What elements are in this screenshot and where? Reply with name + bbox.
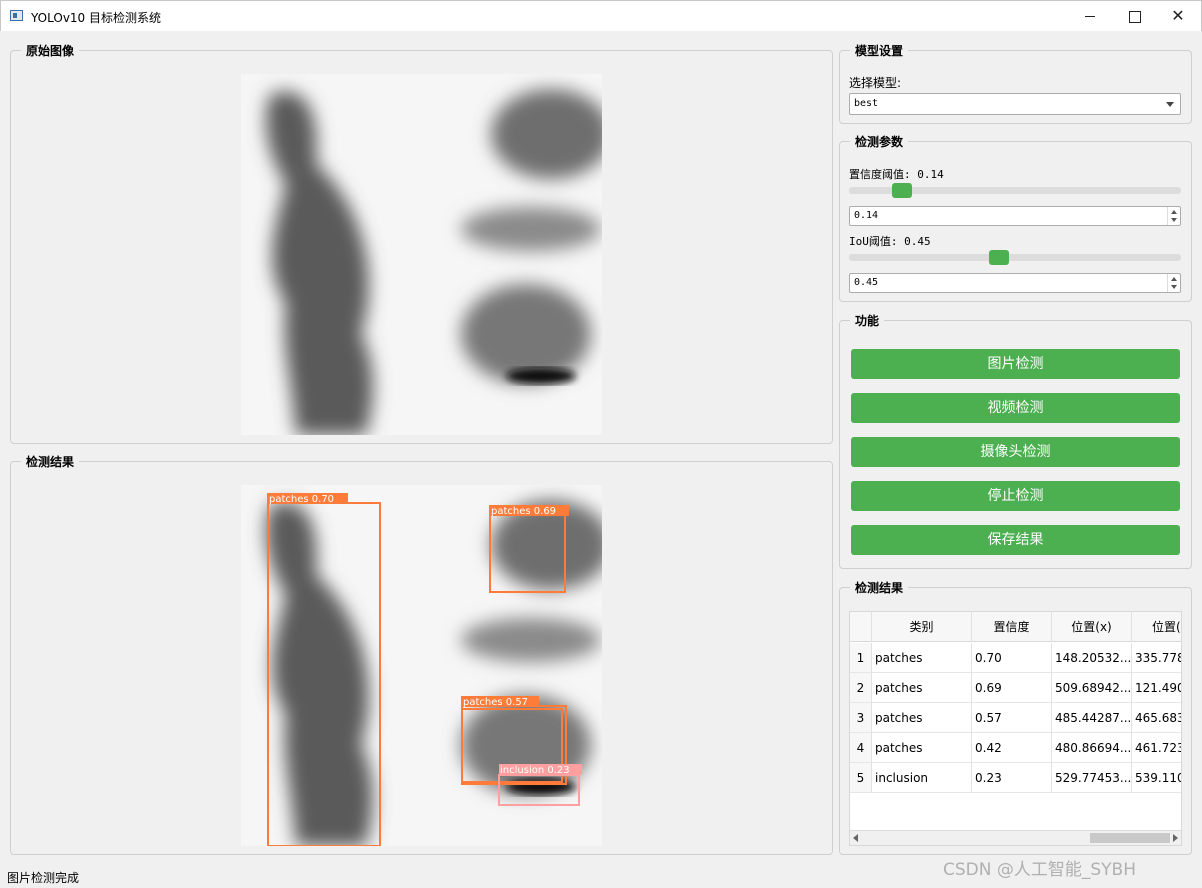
window-title: YOLOv10 目标检测系统 — [31, 11, 162, 25]
results-table-title: 检测结果 — [850, 579, 909, 596]
scroll-left-icon[interactable] — [853, 834, 858, 842]
cell-class[interactable]: inclusion — [872, 763, 972, 793]
cell-y[interactable]: 121.4908 — [1132, 673, 1181, 703]
maximize-button[interactable] — [1111, 1, 1157, 31]
confidence-slider[interactable] — [849, 183, 1181, 198]
detection-label-1: patches 0.70 — [269, 494, 334, 505]
cell-confidence[interactable]: 0.69 — [972, 673, 1052, 703]
scrollbar-thumb[interactable] — [1090, 833, 1170, 843]
title-bar: YOLOv10 目标检测系统 ✕ — [0, 0, 1202, 31]
minimize-button[interactable] — [1067, 1, 1113, 31]
cell-class[interactable]: patches — [872, 673, 972, 703]
model-select-label: 选择模型: — [849, 76, 902, 90]
cell-y[interactable]: 335.7789 — [1132, 643, 1181, 673]
row-number[interactable]: 4 — [850, 733, 872, 763]
row-number[interactable]: 5 — [850, 763, 872, 793]
cell-x[interactable]: 485.44287... — [1052, 703, 1132, 733]
chevron-down-icon — [1166, 102, 1174, 107]
camera-detect-button[interactable]: 摄像头检测 — [851, 437, 1180, 467]
original-image-canvas — [241, 74, 602, 435]
video-detect-button[interactable]: 视频检测 — [851, 393, 1180, 423]
row-number[interactable]: 1 — [850, 643, 872, 673]
original-image-title: 原始图像 — [21, 42, 80, 59]
result-image-title: 检测结果 — [21, 453, 80, 470]
spin-arrows-icon[interactable] — [1167, 207, 1180, 225]
iou-slider[interactable] — [849, 250, 1181, 265]
confidence-slider-handle[interactable] — [892, 183, 912, 198]
cell-x[interactable]: 148.20532... — [1052, 643, 1132, 673]
iou-spinbox-value: 0.45 — [854, 277, 879, 288]
confidence-spinbox-value: 0.14 — [854, 210, 879, 221]
model-settings-title: 模型设置 — [850, 42, 909, 59]
cell-confidence[interactable]: 0.70 — [972, 643, 1052, 673]
header-confidence[interactable]: 置信度 — [972, 612, 1052, 642]
cell-confidence[interactable]: 0.57 — [972, 703, 1052, 733]
cell-y[interactable]: 539.1108 — [1132, 763, 1181, 793]
status-bar-text: 图片检测完成 — [7, 871, 80, 885]
results-table[interactable]: 类别 置信度 位置(x) 位置( 1 patches 0.70 148.20532..… — [849, 611, 1182, 846]
cell-confidence[interactable]: 0.23 — [972, 763, 1052, 793]
save-result-button[interactable]: 保存结果 — [851, 525, 1180, 555]
app-icon — [10, 10, 23, 21]
cell-class[interactable]: patches — [872, 643, 972, 673]
cell-y[interactable]: 461.7231 — [1132, 733, 1181, 763]
header-class[interactable]: 类别 — [872, 612, 972, 642]
cell-x[interactable]: 509.68942... — [1052, 673, 1132, 703]
spin-arrows-icon[interactable] — [1167, 274, 1180, 292]
detection-label-3: patches 0.57 — [463, 697, 528, 708]
model-select-value: best — [854, 98, 879, 109]
confidence-spinbox[interactable]: 0.14 — [849, 206, 1181, 226]
iou-slider-handle[interactable] — [989, 250, 1009, 265]
functions-title: 功能 — [850, 312, 885, 329]
result-image-canvas: patches 0.70 patches 0.69 patches 0.57 i… — [241, 485, 602, 846]
cell-x[interactable]: 529.77453... — [1052, 763, 1132, 793]
detection-label-2: patches 0.69 — [491, 506, 556, 517]
table-corner[interactable] — [850, 612, 872, 642]
detection-label-4: inclusion 0.23 — [500, 765, 570, 776]
header-y[interactable]: 位置( — [1132, 612, 1181, 642]
cell-class[interactable]: patches — [872, 733, 972, 763]
iou-spinbox[interactable]: 0.45 — [849, 273, 1181, 293]
iou-label: IoU阈值: 0.45 — [849, 235, 931, 248]
scroll-right-icon[interactable] — [1173, 834, 1178, 842]
model-select[interactable]: best — [849, 93, 1181, 115]
image-detect-button[interactable]: 图片检测 — [851, 349, 1180, 379]
original-image — [241, 74, 602, 435]
cell-x[interactable]: 480.86694... — [1052, 733, 1132, 763]
confidence-label: 置信度阈值: 0.14 — [849, 168, 944, 181]
table-header: 类别 置信度 位置(x) 位置( — [850, 612, 1181, 642]
header-x[interactable]: 位置(x) — [1052, 612, 1132, 642]
cell-class[interactable]: patches — [872, 703, 972, 733]
cell-y[interactable]: 465.6833 — [1132, 703, 1181, 733]
watermark-text: CSDN @人工智能_SYBH — [943, 860, 1136, 880]
horizontal-scrollbar[interactable] — [850, 830, 1181, 845]
result-image: patches 0.70 patches 0.69 patches 0.57 i… — [241, 485, 602, 846]
detect-params-title: 检测参数 — [850, 133, 909, 150]
row-number[interactable]: 2 — [850, 673, 872, 703]
cell-confidence[interactable]: 0.42 — [972, 733, 1052, 763]
row-number[interactable]: 3 — [850, 703, 872, 733]
stop-detect-button[interactable]: 停止检测 — [851, 481, 1180, 511]
close-button[interactable]: ✕ — [1155, 1, 1201, 31]
